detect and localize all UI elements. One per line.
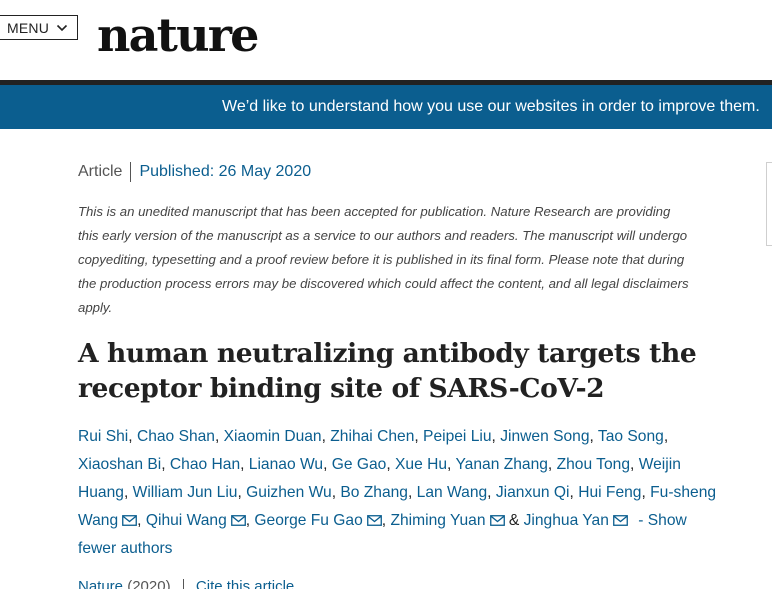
survey-banner-text[interactable]: We’d like to understand how you use our …: [222, 85, 760, 129]
author-link[interactable]: Jinwen Song: [500, 428, 589, 445]
author-link[interactable]: Lianao Wu: [249, 456, 323, 473]
survey-banner[interactable]: We’d like to understand how you use our …: [0, 85, 772, 129]
author-list: Rui Shi, Chao Shan, Xiaomin Duan, Zhihai…: [78, 428, 717, 557]
email-icon[interactable]: [118, 512, 138, 529]
citation-year: (2020): [127, 578, 171, 589]
article-meta: Article Published: 26 May 2020: [78, 161, 311, 183]
side-panel-edge: [766, 162, 772, 246]
email-icon[interactable]: [227, 512, 246, 529]
author-link[interactable]: Chao Shan: [137, 428, 215, 445]
cite-article-link[interactable]: Cite this article: [196, 578, 294, 589]
author-link[interactable]: Yanan Zhang: [455, 456, 547, 473]
chevron-down-icon: [56, 24, 68, 31]
author-link[interactable]: Guizhen Wu: [246, 484, 332, 501]
article-title: A human neutralizing antibody targets th…: [78, 338, 697, 404]
article-type: Article: [78, 162, 132, 182]
author-and-symbol: &: [508, 512, 520, 529]
author-link[interactable]: Peipei Liu: [423, 428, 492, 445]
publish-date: Published: 26 May 2020: [139, 163, 312, 180]
site-header: MENU nature: [0, 0, 772, 80]
email-icon[interactable]: [609, 512, 628, 529]
author-link[interactable]: Hui Feng: [578, 484, 641, 501]
author-link[interactable]: Ge Gao: [332, 456, 387, 473]
author-link[interactable]: Rui Shi: [78, 428, 128, 445]
author-link[interactable]: Chao Han: [170, 456, 240, 473]
manuscript-notice: This is an unedited manuscript that has …: [78, 204, 689, 315]
author-link[interactable]: William Jun Liu: [133, 484, 238, 501]
author-link[interactable]: Bo Zhang: [340, 484, 408, 501]
author-link[interactable]: Xue Hu: [395, 456, 447, 473]
email-icon[interactable]: [486, 512, 505, 529]
citation-line: Nature (2020) Cite this article: [78, 578, 294, 589]
email-icon[interactable]: [363, 512, 382, 529]
menu-label: MENU: [7, 19, 50, 36]
journal-name[interactable]: Nature: [78, 578, 123, 589]
author-link[interactable]: Zhou Tong: [557, 456, 630, 473]
author-link[interactable]: Zhiming Yuan: [390, 512, 485, 529]
citation-divider: [182, 579, 184, 589]
author-link[interactable]: Xiaomin Duan: [224, 428, 322, 445]
author-link[interactable]: Jianxun Qi: [496, 484, 570, 501]
author-link[interactable]: George Fu Gao: [254, 512, 362, 529]
author-link[interactable]: Xiaoshan Bi: [78, 456, 161, 473]
author-link[interactable]: Zhihai Chen: [330, 428, 414, 445]
author-link[interactable]: Qihui Wang: [146, 512, 227, 529]
author-link[interactable]: Jinghua Yan: [524, 512, 609, 529]
nature-logo[interactable]: nature: [97, 5, 259, 65]
author-link[interactable]: Lan Wang: [417, 484, 488, 501]
author-link[interactable]: Tao Song: [598, 428, 664, 445]
menu-button[interactable]: MENU: [0, 15, 78, 40]
